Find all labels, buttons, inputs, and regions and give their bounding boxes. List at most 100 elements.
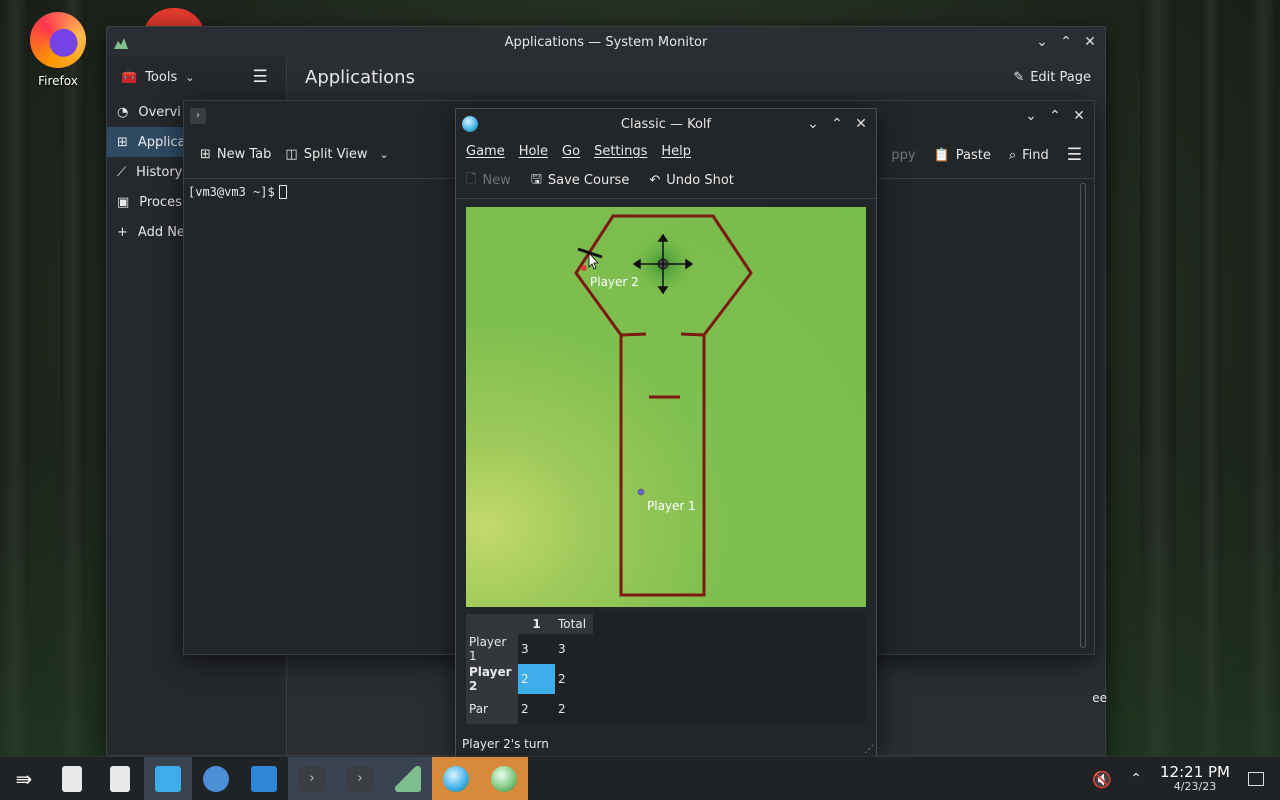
player-2-label: Player 2 bbox=[590, 275, 639, 289]
new-button[interactable]: 🗋 New bbox=[466, 170, 511, 192]
minimize-button[interactable]: ⌄ bbox=[1033, 33, 1051, 51]
table-row: Player 1 3 3 bbox=[466, 634, 593, 664]
kolf-icon bbox=[443, 765, 469, 792]
grid-icon: ⊞ bbox=[117, 134, 128, 150]
kolf-window: Classic — Kolf ⌄ ⌃ ✕ Game Hole Go Settin… bbox=[455, 108, 877, 758]
task-kolf-2[interactable] bbox=[480, 756, 528, 800]
search-icon: ⌕ bbox=[1008, 147, 1017, 163]
gear-icon bbox=[203, 765, 229, 792]
terminal-cursor bbox=[278, 185, 287, 199]
chevron-down-icon: ⌄ bbox=[379, 148, 389, 161]
desktop-icon-firefox[interactable]: Firefox bbox=[22, 12, 94, 88]
konsole-icon: › bbox=[190, 108, 206, 124]
maximize-button[interactable]: ⌃ bbox=[1057, 33, 1075, 51]
shell-prompt: [vm3@vm3 ~]$ bbox=[188, 185, 275, 199]
golf-course[interactable]: Player 2 Player 1 bbox=[466, 207, 866, 607]
copy-button[interactable]: ppy bbox=[891, 148, 915, 163]
save-icon: 🖫 bbox=[530, 171, 542, 187]
process-icon: ▣ bbox=[117, 194, 130, 210]
desktop-icon-label: Firefox bbox=[38, 74, 78, 88]
score-header-total: Total bbox=[555, 614, 593, 634]
status-bar: Player 2's turn bbox=[462, 737, 549, 751]
kolf-icon bbox=[462, 116, 478, 132]
ball-player-2[interactable] bbox=[581, 265, 587, 271]
plus-icon: + bbox=[117, 224, 128, 240]
terminal-icon: › bbox=[347, 765, 373, 792]
task-file-manager[interactable] bbox=[144, 756, 192, 800]
chevron-down-icon: ⌄ bbox=[185, 70, 195, 84]
digital-clock[interactable]: 12:21 PM 4/23/23 bbox=[1160, 765, 1230, 793]
maximize-button[interactable]: ⌃ bbox=[828, 115, 846, 133]
score-header-hole: 1 bbox=[518, 614, 555, 634]
task-document-1[interactable] bbox=[48, 757, 96, 800]
new-document-icon: 🗋 bbox=[466, 171, 477, 187]
course-walls bbox=[574, 214, 753, 597]
menu-bar: Game Hole Go Settings Help bbox=[456, 139, 876, 163]
pencil-icon: ✎ bbox=[1013, 69, 1025, 85]
minimize-button[interactable]: ⌄ bbox=[1022, 107, 1040, 125]
taskbar: ⇛ › › 🔇 ⌃ 12:21 PM 4/23/23 bbox=[0, 756, 1280, 800]
kolf-icon bbox=[491, 765, 517, 792]
split-view-icon: ◫ bbox=[285, 147, 298, 162]
kolf-titlebar[interactable]: Classic — Kolf ⌄ ⌃ ✕ bbox=[456, 109, 876, 139]
table-row: Par 2 2 bbox=[466, 694, 593, 724]
close-button[interactable]: ✕ bbox=[852, 115, 870, 133]
terminal-scrollbar[interactable] bbox=[1080, 183, 1086, 648]
new-tab-button[interactable]: ⊞ New Tab bbox=[200, 147, 271, 162]
undo-icon: ↶ bbox=[649, 173, 661, 188]
toolbox-icon: 🧰 bbox=[121, 69, 138, 85]
menu-hole[interactable]: Hole bbox=[519, 144, 548, 159]
save-course-button[interactable]: 🖫 Save Course bbox=[531, 170, 630, 192]
menu-go[interactable]: Go bbox=[562, 144, 580, 159]
split-view-button[interactable]: ◫ Split View ⌄ bbox=[285, 147, 388, 162]
show-desktop-icon[interactable] bbox=[1248, 772, 1264, 786]
undo-shot-button[interactable]: ↶ Undo Shot bbox=[649, 173, 734, 188]
store-icon bbox=[251, 765, 277, 792]
chart-icon: ⟋ bbox=[117, 164, 127, 180]
current-score-cell: 2 bbox=[518, 664, 555, 694]
window-title: Classic — Kolf bbox=[620, 116, 712, 132]
hamburger-menu-button[interactable]: ☰ bbox=[1067, 145, 1082, 165]
task-konsole-2[interactable]: › bbox=[336, 756, 384, 800]
document-icon bbox=[62, 765, 82, 792]
application-launcher-button[interactable]: ⇛ bbox=[0, 757, 48, 800]
launcher-icon: ⇛ bbox=[15, 766, 33, 791]
clipboard-icon: 📋 bbox=[933, 147, 950, 163]
menu-settings[interactable]: Settings bbox=[594, 144, 647, 159]
folder-icon bbox=[155, 765, 181, 792]
task-system-settings[interactable] bbox=[192, 757, 240, 800]
maximize-button[interactable]: ⌃ bbox=[1046, 107, 1064, 125]
menu-help[interactable]: Help bbox=[661, 144, 691, 159]
find-button[interactable]: ⌕ Find bbox=[1009, 148, 1049, 163]
edit-page-button[interactable]: ✎ Edit Page bbox=[1013, 57, 1091, 97]
task-discover[interactable] bbox=[240, 757, 288, 800]
system-monitor-icon bbox=[114, 38, 128, 49]
system-tray: 🔇 ⌃ 12:21 PM 4/23/23 bbox=[1092, 757, 1280, 800]
menu-game[interactable]: Game bbox=[466, 144, 505, 159]
speedometer-icon: ◔ bbox=[117, 104, 129, 120]
task-kolf-1[interactable] bbox=[432, 756, 480, 800]
table-row: Player 2 2 2 bbox=[466, 664, 593, 694]
sysmon-titlebar[interactable]: Applications — System Monitor ⌄ ⌃ ✕ bbox=[107, 27, 1105, 57]
task-konsole-1[interactable]: › bbox=[288, 756, 336, 800]
document-icon bbox=[110, 765, 130, 792]
ball-player-1[interactable] bbox=[637, 488, 645, 496]
volume-muted-icon[interactable]: 🔇 bbox=[1092, 770, 1112, 789]
hamburger-menu-button[interactable]: ☰ bbox=[252, 67, 267, 87]
resize-grip-icon[interactable]: ⋰ bbox=[864, 744, 874, 755]
player-1-label: Player 1 bbox=[647, 499, 696, 513]
task-system-monitor[interactable] bbox=[384, 756, 432, 800]
close-button[interactable]: ✕ bbox=[1081, 33, 1099, 51]
window-title: Applications — System Monitor bbox=[504, 34, 708, 50]
scoreboard: 1 Total Player 1 3 3 Player 2 2 2 Par 2 … bbox=[466, 614, 866, 724]
system-monitor-icon bbox=[395, 765, 421, 792]
firefox-icon bbox=[30, 12, 86, 68]
paste-button[interactable]: 📋 Paste bbox=[934, 148, 991, 163]
tools-menu[interactable]: Tools bbox=[145, 70, 177, 85]
close-button[interactable]: ✕ bbox=[1070, 107, 1088, 125]
new-tab-icon: ⊞ bbox=[200, 147, 211, 162]
task-document-2[interactable] bbox=[96, 757, 144, 800]
kolf-toolbar: 🗋 New 🖫 Save Course ↶ Undo Shot bbox=[456, 163, 876, 199]
chevron-up-icon[interactable]: ⌃ bbox=[1130, 771, 1142, 787]
minimize-button[interactable]: ⌄ bbox=[804, 115, 822, 133]
